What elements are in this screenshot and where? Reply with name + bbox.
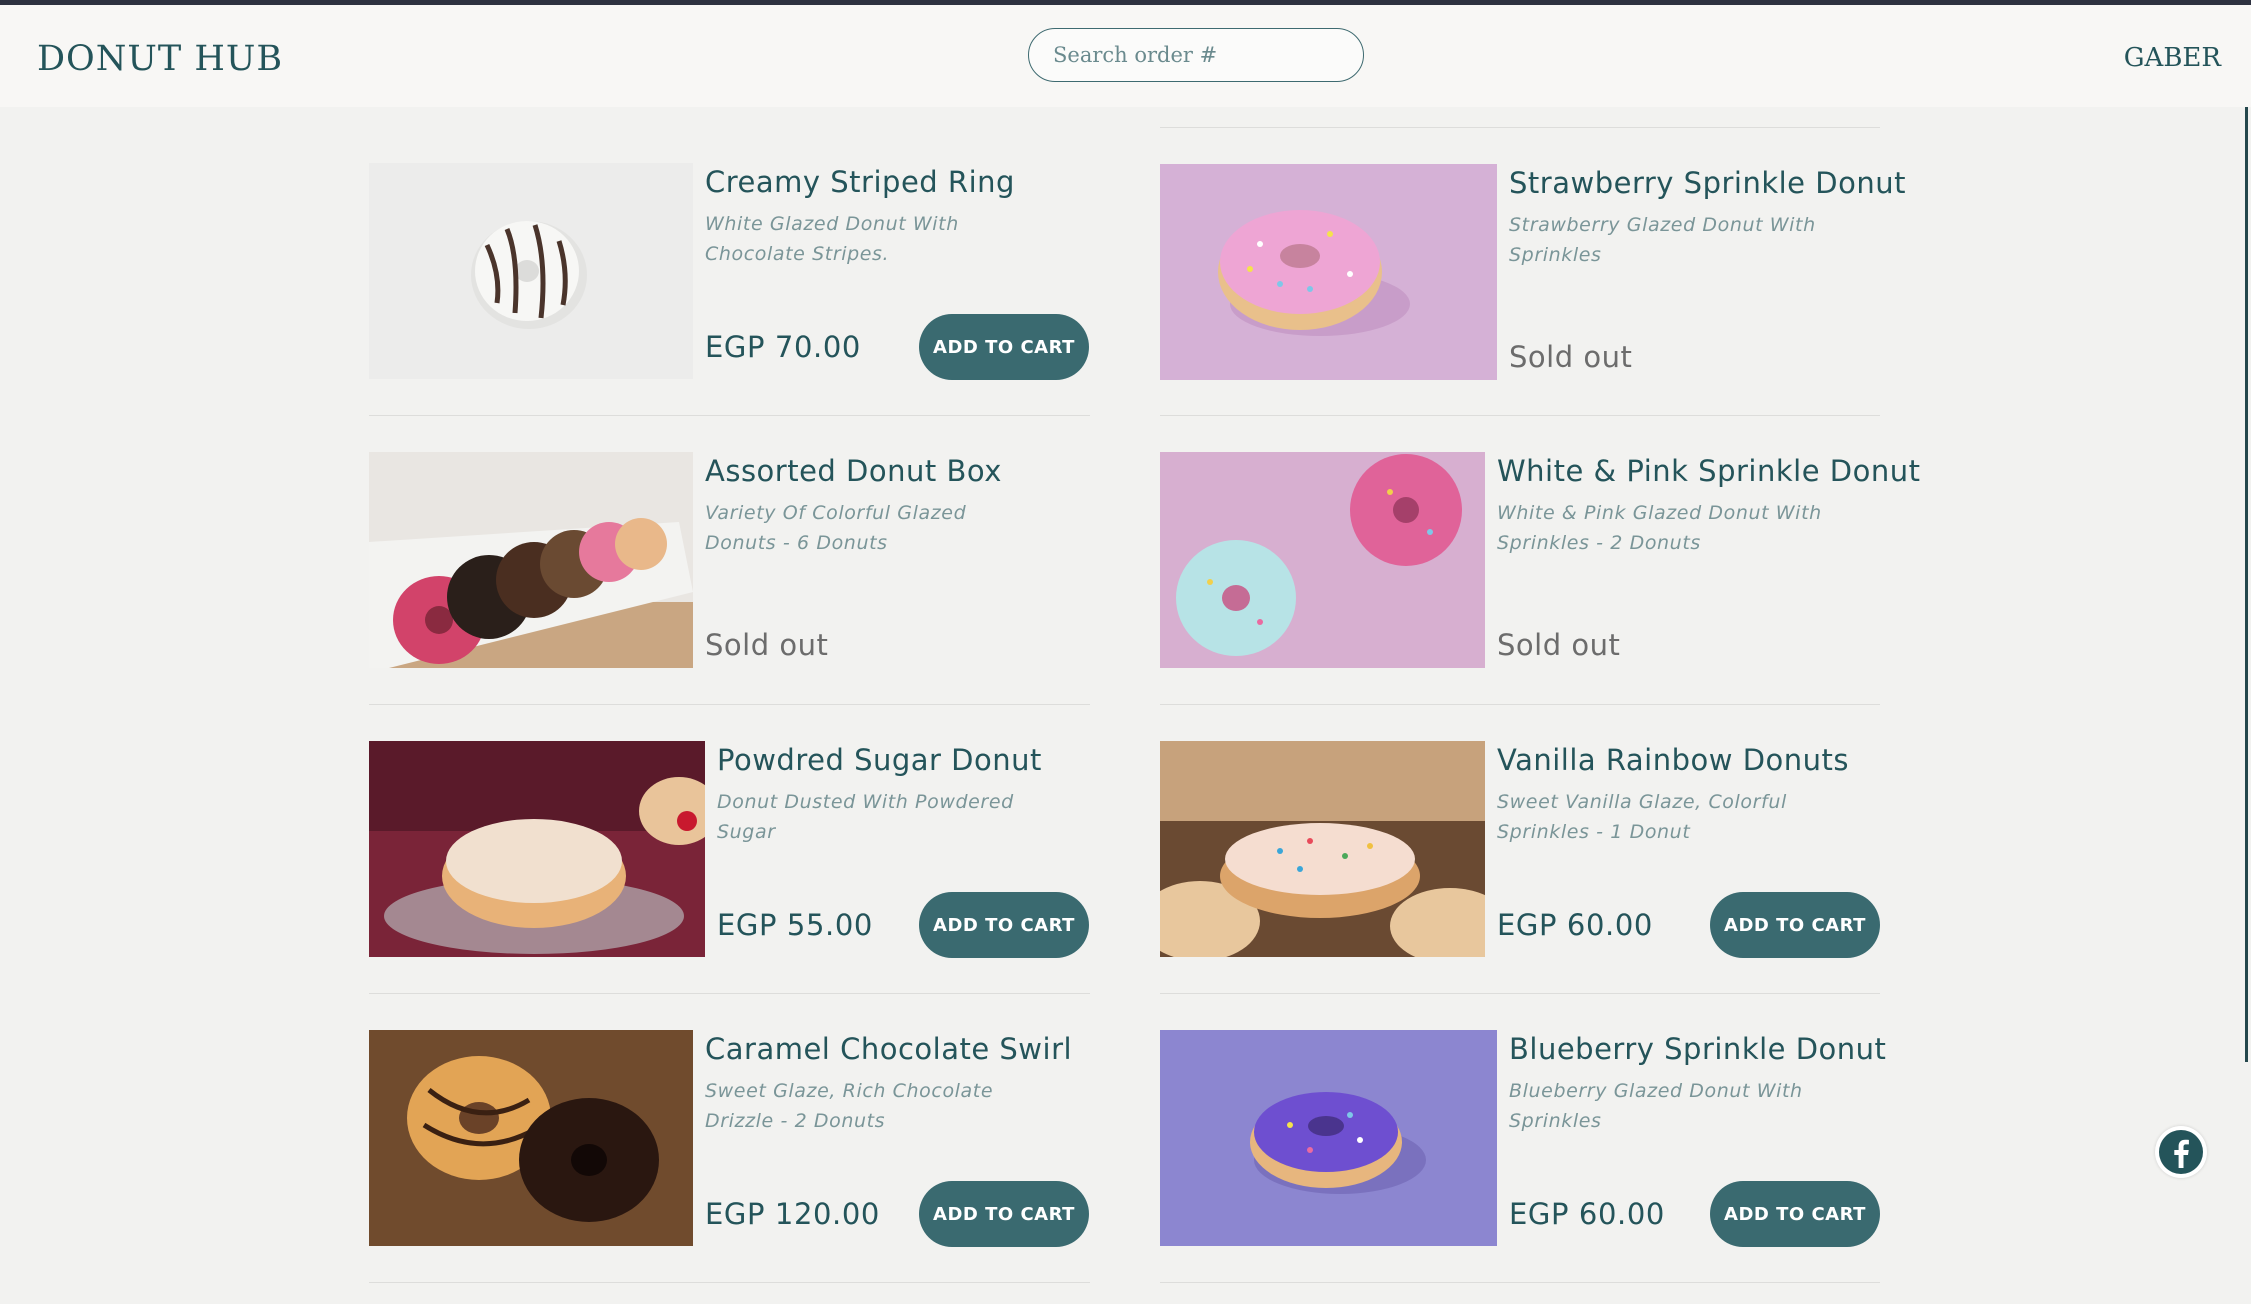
brand-logo[interactable]: DONUT HUB (37, 39, 283, 79)
site-header: DONUT HUB GABER (0, 5, 2251, 107)
product-description: White Glazed Donut With Chocolate Stripe… (705, 213, 959, 265)
product-price: EGP 60.00 (1497, 908, 1653, 942)
page-scrollbar[interactable] (2245, 107, 2248, 1062)
row-divider (369, 1282, 1090, 1283)
product-description: Donut Dusted With Powdered Sugar (717, 791, 1014, 843)
product-description: Blueberry Glazed Donut With Sprinkles (1509, 1080, 1803, 1132)
product-image-blueberry-sprinkle-donut[interactable] (1160, 1030, 1497, 1246)
row-divider (369, 415, 1090, 416)
product-image-assorted-donut-box[interactable] (369, 452, 693, 668)
facebook-icon[interactable] (2155, 1126, 2207, 1178)
product-image-creamy-striped-ring[interactable] (369, 163, 693, 379)
product-image-powdred-sugar-donut[interactable] (369, 741, 705, 957)
search-order-input[interactable] (1028, 28, 1364, 82)
product-price: EGP 60.00 (1509, 1197, 1665, 1231)
product-name[interactable]: White & Pink Sprinkle Donut (1497, 454, 1920, 488)
add-to-cart-button[interactable]: ADD TO CART (919, 314, 1089, 380)
row-divider (369, 704, 1090, 705)
product-price: EGP 70.00 (705, 330, 861, 364)
row-divider (1160, 1282, 1880, 1283)
row-divider (1160, 415, 1880, 416)
product-name[interactable]: Creamy Striped Ring (705, 165, 1015, 199)
product-image-caramel-chocolate-swirl[interactable] (369, 1030, 693, 1246)
product-name[interactable]: Powdred Sugar Donut (717, 743, 1042, 777)
product-name[interactable]: Vanilla Rainbow Donuts (1497, 743, 1849, 777)
sold-out-label: Sold out (1497, 628, 1621, 662)
add-to-cart-button[interactable]: ADD TO CART (919, 1181, 1089, 1247)
row-divider (1160, 704, 1880, 705)
product-description: Sweet Glaze, Rich Chocolate Drizzle - 2 … (705, 1080, 994, 1132)
product-price: EGP 120.00 (705, 1197, 880, 1231)
product-image-strawberry-sprinkle-donut[interactable] (1160, 164, 1497, 380)
row-divider (1160, 993, 1880, 994)
add-to-cart-button[interactable]: ADD TO CART (1710, 892, 1880, 958)
product-image-white-pink-sprinkle-donut[interactable] (1160, 452, 1485, 668)
add-to-cart-button[interactable]: ADD TO CART (919, 892, 1089, 958)
product-price: EGP 55.00 (717, 908, 873, 942)
product-name[interactable]: Blueberry Sprinkle Donut (1509, 1032, 1886, 1066)
product-name[interactable]: Strawberry Sprinkle Donut (1509, 166, 1906, 200)
product-name[interactable]: Caramel Chocolate Swirl (705, 1032, 1072, 1066)
product-name[interactable]: Assorted Donut Box (705, 454, 1002, 488)
user-name[interactable]: GABER (2124, 43, 2221, 73)
product-image-vanilla-rainbow-donuts[interactable] (1160, 741, 1485, 957)
product-description: Variety Of Colorful Glazed Donuts - 6 Do… (705, 502, 967, 554)
sold-out-label: Sold out (1509, 340, 1633, 374)
product-description: Sweet Vanilla Glaze, Colorful Sprinkles … (1497, 791, 1787, 843)
row-divider (369, 993, 1090, 994)
row-divider (1160, 127, 1880, 128)
product-description: White & Pink Glazed Donut With Sprinkles… (1497, 502, 1822, 554)
sold-out-label: Sold out (705, 628, 829, 662)
add-to-cart-button[interactable]: ADD TO CART (1710, 1181, 1880, 1247)
product-description: Strawberry Glazed Donut With Sprinkles (1509, 214, 1816, 266)
